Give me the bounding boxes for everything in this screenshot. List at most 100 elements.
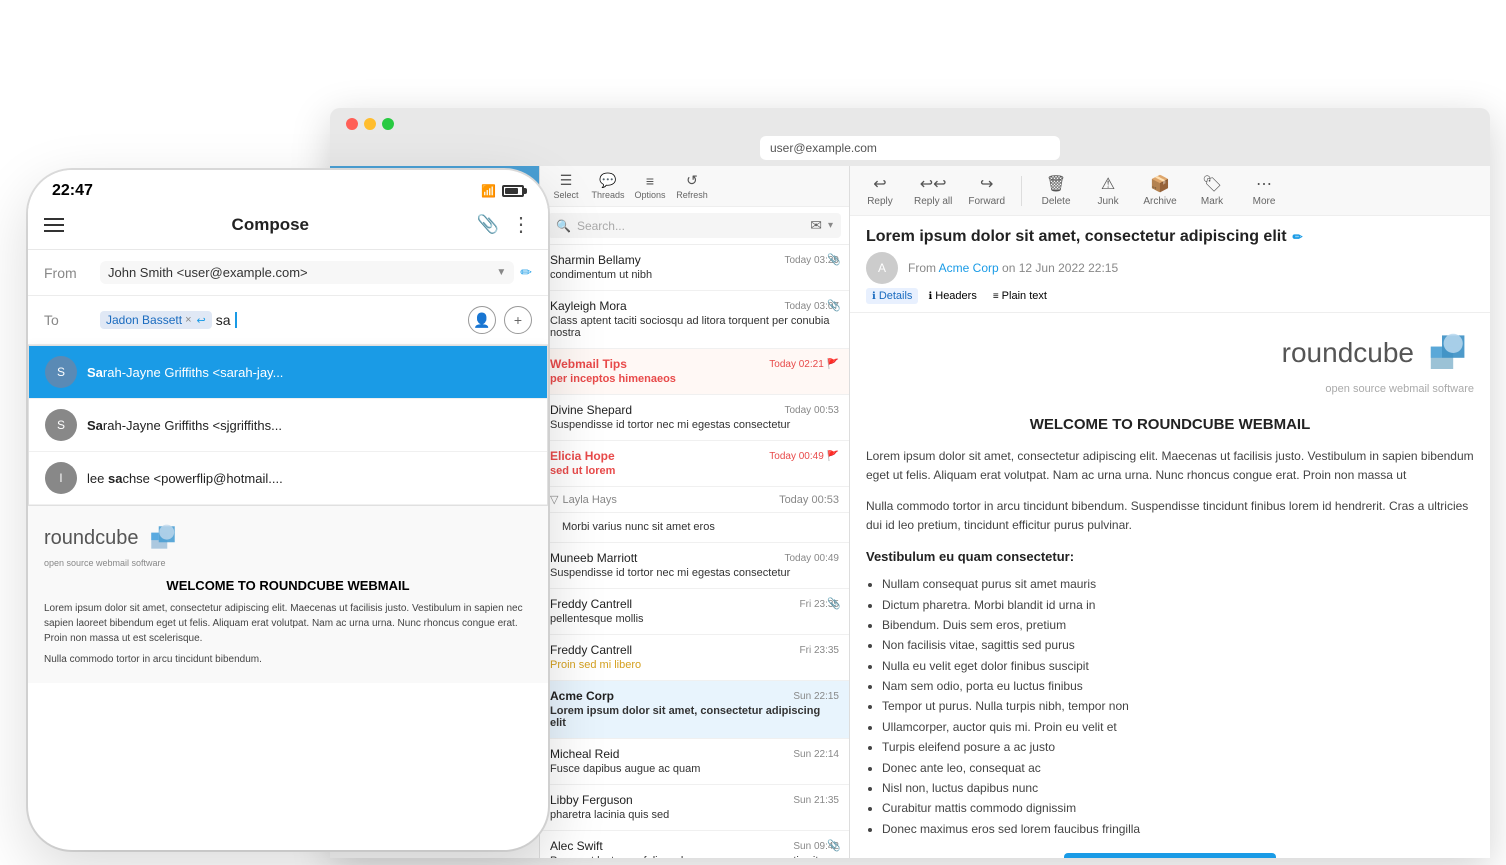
email-item-3[interactable]: Webmail Tips Today 02:21 🚩 per inceptos … — [540, 349, 849, 395]
email-item-13[interactable]: Alec Swift Sun 09:42 Praesent luctus ex … — [540, 831, 849, 858]
email-item-7[interactable]: Muneeb Marriott Today 00:49 Suspendisse … — [540, 543, 849, 589]
options-icon: ≡ — [646, 173, 654, 189]
maximize-window-button[interactable] — [382, 118, 394, 130]
mark-button[interactable]: 🏷 Mark — [1194, 174, 1230, 207]
avatar-3: l — [45, 462, 77, 494]
to-row: To Jadon Bassett × ↩ sa 👤 + — [28, 296, 548, 345]
list-item-5: Nulla eu velit eget dolor finibus suscip… — [882, 656, 1474, 676]
more-options-button[interactable]: ⋮ — [511, 212, 532, 237]
subject-edit-icon[interactable]: ✏ — [1293, 230, 1303, 244]
refresh-button[interactable]: ↺ Refresh — [674, 172, 710, 200]
attachment-icon-1: 📎 — [827, 253, 841, 266]
from-name[interactable]: Acme Corp — [939, 261, 999, 275]
attachment-button[interactable]: 📎 — [477, 214, 499, 235]
compose-title: Compose — [232, 215, 309, 235]
minimize-window-button[interactable] — [364, 118, 376, 130]
hamburger-menu-button[interactable] — [44, 218, 64, 232]
forward-icon: ↪ — [980, 174, 993, 194]
email-item-1[interactable]: Sharmin Bellamy Today 03:29 condimentum … — [540, 245, 849, 291]
ac-text-2: Sarah-Jayne Griffiths <sjgriffiths... — [87, 418, 282, 433]
email-subject-5: sed ut lorem — [550, 465, 839, 477]
archive-icon: 📦 — [1150, 174, 1170, 194]
select-icon: ☰ — [560, 172, 573, 189]
list-item-1: Nullam consequat purus sit amet mauris — [882, 574, 1474, 594]
phone-rc-logo-text: roundcube — [44, 527, 139, 550]
tab-headers[interactable]: ℹ Headers — [922, 288, 982, 304]
email-list-panel: ☰ Select 💬 Threads ≡ Options ↺ Refresh — [540, 166, 850, 858]
phone-rc-tagline: open source webmail software — [44, 558, 532, 568]
phone-welcome-title: WELCOME TO ROUNDCUBE WEBMAIL — [44, 578, 532, 593]
phone-status-bar: 22:47 📶 — [28, 170, 548, 204]
email-item-4[interactable]: Divine Shepard Today 00:53 Suspendisse i… — [540, 395, 849, 441]
email-item-2[interactable]: Kayleigh Mora Today 03:07 Class aptent t… — [540, 291, 849, 349]
add-field-button[interactable]: + — [504, 306, 532, 334]
tag-undo-icon[interactable]: ↩ — [197, 314, 206, 327]
tag-remove-icon[interactable]: × — [185, 314, 191, 326]
ac-name-3: lee sachse <powerflip@hotmail.... — [87, 471, 283, 486]
compose-action-buttons: 📎 ⋮ — [477, 212, 532, 237]
email-date-7: Today 00:49 — [785, 553, 840, 564]
tag-name: Jadon Bassett — [106, 313, 182, 327]
url-bar[interactable]: user@example.com — [760, 136, 1060, 160]
reply-button[interactable]: ↩ Reply — [862, 174, 898, 207]
list-item-10: Donec ante leo, consequat ac — [882, 758, 1474, 778]
phone-time: 22:47 — [52, 182, 93, 200]
tab-plain-text[interactable]: ≡ Plain text — [987, 288, 1053, 304]
reply-all-button[interactable]: ↩↩ Reply all — [914, 174, 952, 207]
tab-details[interactable]: ℹ Details — [866, 288, 918, 304]
watch-video-button[interactable]: ▶ Watch our introductory video — [1064, 853, 1276, 858]
email-item-12[interactable]: Libby Ferguson Sun 21:35 pharetra lacini… — [540, 785, 849, 831]
rc-tagline: open source webmail software — [866, 381, 1474, 399]
search-box[interactable]: 🔍 Search... ✉ ▾ — [548, 213, 841, 238]
autocomplete-item-3[interactable]: l lee sachse <powerflip@hotmail.... — [29, 452, 547, 505]
close-window-button[interactable] — [346, 118, 358, 130]
mark-icon: 🏷 — [1202, 174, 1222, 194]
email-date-4: Today 00:53 — [785, 405, 840, 416]
autocomplete-dropdown: S Sarah-Jayne Griffiths <sarah-jay... S … — [28, 345, 548, 506]
email-item-10[interactable]: Acme Corp Sun 22:15 Lorem ipsum dolor si… — [540, 681, 849, 739]
email-from-info: From Acme Corp on 12 Jun 2022 22:15 — [908, 261, 1118, 275]
archive-button[interactable]: 📦 Archive — [1142, 174, 1178, 207]
mark-label: Mark — [1201, 196, 1223, 207]
email-date-12: Sun 21:35 — [793, 795, 839, 806]
delete-button[interactable]: 🗑 Delete — [1038, 174, 1074, 207]
email-item-5[interactable]: Elicia Hope Today 00:49 🚩 sed ut lorem — [540, 441, 849, 487]
junk-button[interactable]: ⚠ Junk — [1090, 174, 1126, 207]
refresh-label: Refresh — [676, 190, 708, 200]
avatar-2: S — [45, 409, 77, 441]
email-sender-1: Sharmin Bellamy — [550, 253, 641, 267]
to-action-buttons: 👤 + — [468, 306, 532, 334]
delete-label: Delete — [1042, 196, 1071, 207]
email-item-9[interactable]: Freddy Cantrell Fri 23:35 Proin sed mi l… — [540, 635, 849, 681]
options-button[interactable]: ≡ Options — [632, 173, 668, 200]
autocomplete-item-2[interactable]: S Sarah-Jayne Griffiths <sjgriffiths... — [29, 399, 547, 452]
autocomplete-item-1[interactable]: S Sarah-Jayne Griffiths <sarah-jay... — [29, 346, 547, 399]
list-item-11: Nisl non, luctus dapibus nunc — [882, 778, 1474, 798]
from-edit-icon[interactable]: ✏ — [520, 264, 532, 281]
email-item-8[interactable]: Freddy Cantrell Fri 23:35 pellentesque m… — [540, 589, 849, 635]
threads-button[interactable]: 💬 Threads — [590, 172, 626, 200]
add-contact-button[interactable]: 👤 — [468, 306, 496, 334]
email-read-header: Lorem ipsum dolor sit amet, consectetur … — [850, 216, 1490, 313]
email-group-6[interactable]: ▽ Layla Hays Today 00:53 — [540, 487, 849, 513]
email-item-6[interactable]: Morbi varius nunc sit amet eros — [540, 513, 849, 543]
detail-tabs: ℹ Details ℹ Headers ≡ Plain text — [866, 288, 1474, 304]
group-chevron-icon: ▽ — [550, 493, 558, 506]
from-value: John Smith <user@example.com> — [108, 265, 492, 280]
reply-label: Reply — [867, 196, 893, 207]
search-icon: 🔍 — [556, 219, 571, 233]
phone-body-text: Lorem ipsum dolor sit amet, consectetur … — [44, 601, 532, 646]
email-sender-9: Freddy Cantrell — [550, 643, 632, 657]
headers-label: Headers — [935, 290, 977, 302]
details-icon: ℹ — [872, 291, 876, 302]
phone-rc-cube-icon — [147, 522, 179, 554]
archive-label: Archive — [1143, 196, 1176, 207]
search-chevron-icon: ▾ — [828, 220, 833, 231]
from-select[interactable]: John Smith <user@example.com> ▼ — [100, 261, 514, 284]
select-button[interactable]: ☰ Select — [548, 172, 584, 200]
list-item-13: Donec maximus eros sed lorem faucibus fr… — [882, 819, 1474, 839]
more-button[interactable]: ⋯ More — [1246, 174, 1282, 207]
junk-icon: ⚠ — [1101, 174, 1115, 194]
email-item-11[interactable]: Micheal Reid Sun 22:14 Fusce dapibus aug… — [540, 739, 849, 785]
forward-button[interactable]: ↪ Forward — [968, 174, 1005, 207]
